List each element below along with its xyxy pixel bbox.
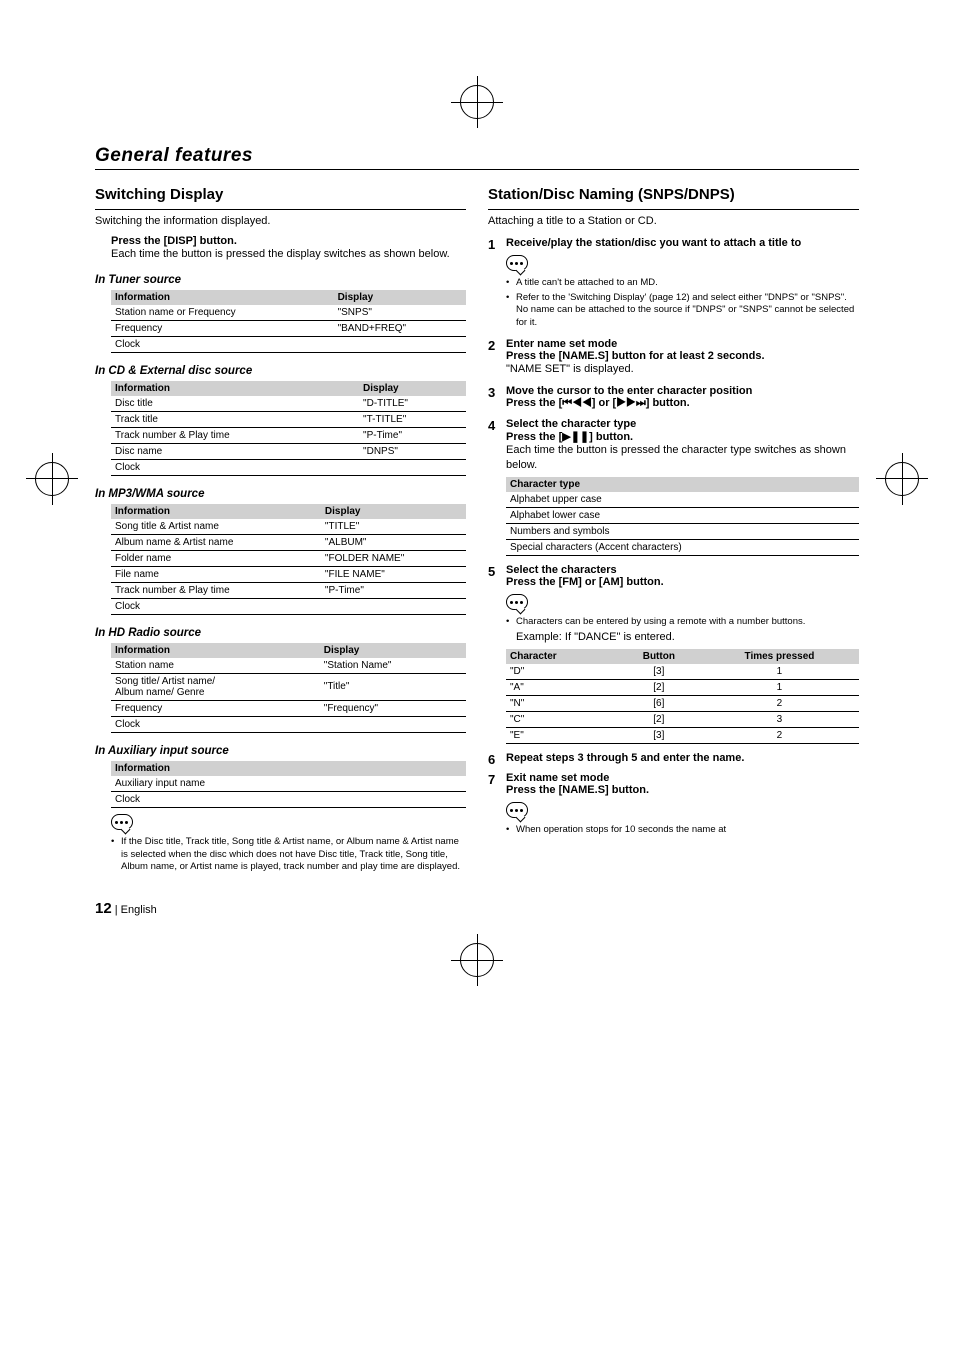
step5-press: Press the [FM] or [AM] button. <box>506 576 859 588</box>
tuner-heading: In Tuner source <box>95 274 466 286</box>
crop-mark-left <box>35 462 69 496</box>
left-note: If the Disc title, Track title, Song tit… <box>111 836 466 874</box>
step7-press: Press the [NAME.S] button. <box>506 784 859 796</box>
hd-table: InformationDisplay Station name"Station … <box>111 643 466 733</box>
step1-note1: A title can't be attached to an MD. <box>506 277 859 290</box>
page-title: General features <box>95 145 859 167</box>
page-header: General features <box>95 145 859 170</box>
table-row: Clock <box>111 716 466 732</box>
table-row: Clock <box>111 598 466 614</box>
section-snps-dnps: Station/Disc Naming (SNPS/DNPS) <box>488 186 859 203</box>
right-column: Station/Disc Naming (SNPS/DNPS) Attachin… <box>488 182 859 876</box>
step3-press: Press the [⏮◀◀] or [▶▶⏭] button. <box>506 397 859 410</box>
step5-title: Select the characters <box>506 564 859 576</box>
step7-note: When operation stops for 10 seconds the … <box>506 824 859 837</box>
press-disp: Press the [DISP] button. <box>111 235 466 247</box>
table-row: Station name or Frequency"SNPS" <box>111 305 466 321</box>
note-icon <box>506 802 528 818</box>
table-row: Track title"T-TITLE" <box>111 411 466 427</box>
step1-note2: Refer to the 'Switching Display' (page 1… <box>506 292 859 330</box>
step6-title: Repeat steps 3 through 5 and enter the n… <box>506 752 859 764</box>
section-switching-display: Switching Display <box>95 186 466 203</box>
page-footer: 12 | English <box>95 900 859 917</box>
table-row: Track number & Play time"P-Time" <box>111 427 466 443</box>
left-column: Switching Display Switching the informat… <box>95 182 466 876</box>
table-row: "D"[3]1 <box>506 664 859 680</box>
snps-intro: Attaching a title to a Station or CD. <box>488 214 859 229</box>
note-icon <box>506 594 528 610</box>
step-3: 3 Move the cursor to the enter character… <box>488 385 859 410</box>
table-row: "A"[2]1 <box>506 680 859 696</box>
table-row: Auxiliary input name <box>111 776 466 792</box>
crop-mark-bottom <box>460 943 494 977</box>
hd-heading: In HD Radio source <box>95 627 466 639</box>
table-row: File name"FILE NAME" <box>111 566 466 582</box>
table-row: "N"[6]2 <box>506 696 859 712</box>
table-row: Disc title"D-TITLE" <box>111 396 466 412</box>
aux-heading: In Auxiliary input source <box>95 745 466 757</box>
switching-intro: Switching the information displayed. <box>95 214 466 229</box>
crop-mark-top <box>460 85 494 119</box>
table-row: Clock <box>111 459 466 475</box>
cd-table: InformationDisplay Disc title"D-TITLE" T… <box>111 381 466 476</box>
character-entry-table: CharacterButtonTimes pressed "D"[3]1 "A"… <box>506 649 859 744</box>
table-row: Station name"Station Name" <box>111 658 466 674</box>
step5-note: Characters can be entered by using a rem… <box>506 616 859 629</box>
step-4: 4 Select the character type Press the [▶… <box>488 418 859 556</box>
table-row: Song title & Artist name"TITLE" <box>111 519 466 535</box>
table-row: Frequency"Frequency" <box>111 700 466 716</box>
step3-title: Move the cursor to the enter character p… <box>506 385 859 397</box>
step-7: 7 Exit name set mode Press the [NAME.S] … <box>488 772 859 837</box>
table-row: Folder name"FOLDER NAME" <box>111 550 466 566</box>
step7-title: Exit name set mode <box>506 772 859 784</box>
character-type-table: Character type Alphabet upper case Alpha… <box>506 477 859 556</box>
table-row: Alphabet upper case <box>506 492 859 508</box>
table-row: Album name & Artist name"ALBUM" <box>111 534 466 550</box>
page-number: 12 <box>95 900 112 917</box>
step4-press: Press the [▶❚❚] button. <box>506 430 859 443</box>
table-row: Disc name"DNPS" <box>111 443 466 459</box>
table-row: Numbers and symbols <box>506 523 859 539</box>
mp3-table: InformationDisplay Song title & Artist n… <box>111 504 466 615</box>
table-row: Special characters (Accent characters) <box>506 539 859 555</box>
step-2: 2 Enter name set mode Press the [NAME.S]… <box>488 338 859 377</box>
aux-table: Information Auxiliary input name Clock <box>111 761 466 808</box>
step5-example: Example: If "DANCE" is entered. <box>516 630 859 645</box>
note-icon <box>111 814 133 830</box>
step-6: 6 Repeat steps 3 through 5 and enter the… <box>488 752 859 764</box>
step4-title: Select the character type <box>506 418 859 430</box>
table-row: Song title/ Artist name/ Album name/ Gen… <box>111 673 466 700</box>
step1-title: Receive/play the station/disc you want t… <box>506 237 859 249</box>
table-row: Track number & Play time"P-Time" <box>111 582 466 598</box>
col-display: Display <box>334 290 466 305</box>
step2-press: Press the [NAME.S] button for at least 2… <box>506 350 859 362</box>
footer-lang: English <box>121 904 157 916</box>
table-row: "C"[2]3 <box>506 712 859 728</box>
table-row: Clock <box>111 336 466 352</box>
step-1: 1 Receive/play the station/disc you want… <box>488 237 859 330</box>
tuner-table: InformationDisplay Station name or Frequ… <box>111 290 466 353</box>
table-row: Frequency"BAND+FREQ" <box>111 320 466 336</box>
footer-sep: | <box>115 904 118 916</box>
step4-body: Each time the button is pressed the char… <box>506 443 859 473</box>
note-icon <box>506 255 528 271</box>
cd-heading: In CD & External disc source <box>95 365 466 377</box>
table-row: Clock <box>111 791 466 807</box>
mp3-heading: In MP3/WMA source <box>95 488 466 500</box>
crop-mark-right <box>885 462 919 496</box>
step2-body: "NAME SET" is displayed. <box>506 362 859 377</box>
press-body: Each time the button is pressed the disp… <box>111 247 466 262</box>
table-row: Alphabet lower case <box>506 507 859 523</box>
step2-title: Enter name set mode <box>506 338 859 350</box>
table-row: "E"[3]2 <box>506 728 859 744</box>
col-information: Information <box>111 290 334 305</box>
step-5: 5 Select the characters Press the [FM] o… <box>488 564 859 745</box>
